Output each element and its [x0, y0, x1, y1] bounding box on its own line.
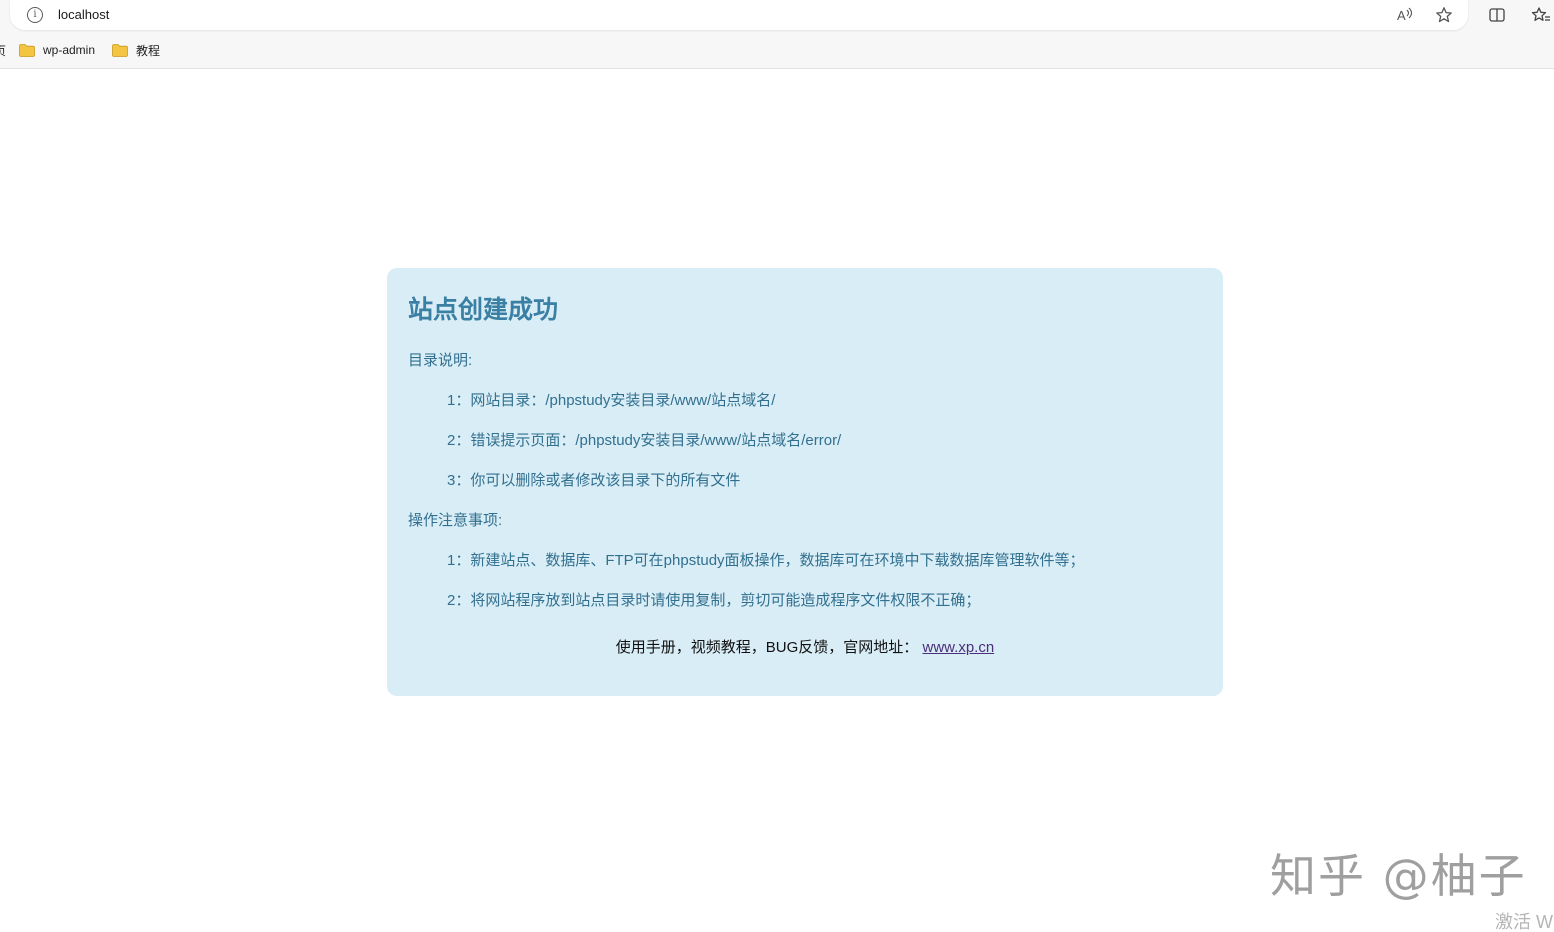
footer-text: 使用手册，视频教程，BUG反馈，官网地址：	[615, 639, 919, 656]
bookmark-cut-label[interactable]: 页	[0, 42, 6, 59]
svg-text:A: A	[1397, 8, 1406, 23]
folder-icon	[19, 43, 35, 57]
favorite-star-icon[interactable]	[1433, 4, 1455, 26]
url-text[interactable]: localhost	[58, 7, 109, 22]
site-info-icon[interactable]: i	[27, 7, 43, 23]
bookmark-wp-admin[interactable]: wp-admin	[19, 40, 95, 60]
favorites-icon[interactable]	[1530, 4, 1552, 26]
bookmark-tutorial[interactable]: 教程	[112, 40, 160, 60]
bookmark-label: 教程	[136, 43, 161, 58]
operations-item: 1：新建站点、数据库、FTP可在phpstudy面板操作，数据库可在环境中下载数…	[447, 552, 1085, 569]
directory-heading: 目录说明:	[408, 352, 473, 369]
bookmarks-bar: 页 wp-admin 教程	[0, 38, 1554, 62]
activate-windows-watermark: 激活 W	[1495, 912, 1553, 932]
page-title: 站点创建成功	[408, 296, 559, 324]
directory-item: 3：你可以删除或者修改该目录下的所有文件	[447, 472, 741, 489]
operations-heading: 操作注意事项:	[408, 512, 503, 529]
footer-line: 使用手册，视频教程，BUG反馈，官网地址： www.xp.cn	[387, 636, 1223, 657]
zhihu-watermark: 知乎 @柚子	[1270, 849, 1527, 903]
operations-item: 2：将网站程序放到站点目录时请使用复制，剪切可能造成程序文件权限不正确；	[447, 592, 981, 609]
directory-item: 1：网站目录：/phpstudy安装目录/www/站点域名/	[447, 392, 776, 409]
official-site-link[interactable]: www.xp.cn	[922, 639, 994, 656]
bookmark-label: wp-admin	[43, 43, 96, 57]
address-bar[interactable]: i localhost A	[10, 0, 1468, 30]
split-screen-icon[interactable]	[1486, 4, 1508, 26]
success-card: 站点创建成功 目录说明: 1：网站目录：/phpstudy安装目录/www/站点…	[387, 268, 1223, 696]
directory-item: 2：错误提示页面：/phpstudy安装目录/www/站点域名/error/	[447, 432, 842, 449]
read-aloud-icon[interactable]: A	[1394, 4, 1416, 26]
folder-icon	[112, 43, 128, 57]
browser-toolbar: i localhost A 页 wp-admin 教程	[0, 0, 1554, 69]
